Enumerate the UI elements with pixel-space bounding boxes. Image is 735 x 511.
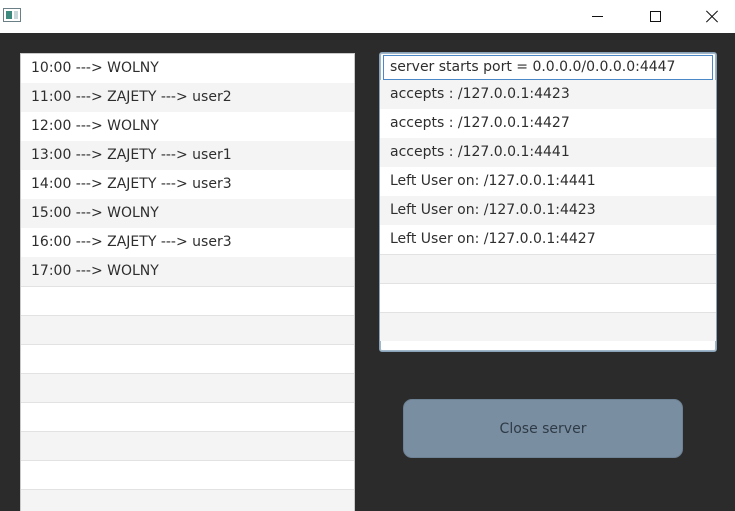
empty-row [21, 431, 354, 460]
title-bar [0, 0, 735, 33]
maximize-button[interactable] [632, 0, 678, 33]
server-log-list[interactable]: server starts port = 0.0.0.0/0.0.0.0:444… [379, 52, 717, 352]
schedule-item[interactable]: 11:00 ---> ZAJETY ---> user2 [21, 83, 354, 112]
log-item-selected[interactable]: server starts port = 0.0.0.0/0.0.0.0:444… [383, 55, 713, 80]
schedule-item[interactable]: 14:00 ---> ZAJETY ---> user3 [21, 170, 354, 199]
log-item[interactable]: accepts : /127.0.0.1:4427 [380, 109, 716, 138]
java-app-icon [3, 8, 21, 22]
log-item[interactable]: Left User on: /127.0.0.1:4441 [380, 167, 716, 196]
minimize-icon [591, 16, 603, 17]
empty-row [21, 315, 354, 344]
schedule-item[interactable]: 12:00 ---> WOLNY [21, 112, 354, 141]
empty-row [21, 344, 354, 373]
minimize-button[interactable] [574, 0, 620, 33]
empty-row [21, 460, 354, 489]
empty-row [21, 373, 354, 402]
log-item[interactable]: accepts : /127.0.0.1:4423 [380, 80, 716, 109]
maximize-icon [649, 11, 661, 22]
close-server-button[interactable]: Close server [403, 399, 683, 458]
schedule-list[interactable]: 10:00 ---> WOLNY 11:00 ---> ZAJETY ---> … [20, 53, 355, 511]
schedule-item[interactable]: 16:00 ---> ZAJETY ---> user3 [21, 228, 354, 257]
schedule-item[interactable]: 10:00 ---> WOLNY [21, 54, 354, 83]
log-item[interactable]: accepts : /127.0.0.1:4441 [380, 138, 716, 167]
empty-row [21, 286, 354, 315]
empty-row [21, 489, 354, 511]
empty-row [380, 254, 716, 283]
empty-row [380, 283, 716, 312]
close-window-button[interactable] [689, 0, 735, 33]
empty-row [380, 312, 716, 341]
main-content: 10:00 ---> WOLNY 11:00 ---> ZAJETY ---> … [0, 33, 735, 511]
schedule-item[interactable]: 17:00 ---> WOLNY [21, 257, 354, 286]
schedule-item[interactable]: 15:00 ---> WOLNY [21, 199, 354, 228]
log-item[interactable]: Left User on: /127.0.0.1:4427 [380, 225, 716, 254]
close-icon [705, 10, 719, 24]
empty-row [21, 402, 354, 431]
log-item[interactable]: Left User on: /127.0.0.1:4423 [380, 196, 716, 225]
schedule-item[interactable]: 13:00 ---> ZAJETY ---> user1 [21, 141, 354, 170]
